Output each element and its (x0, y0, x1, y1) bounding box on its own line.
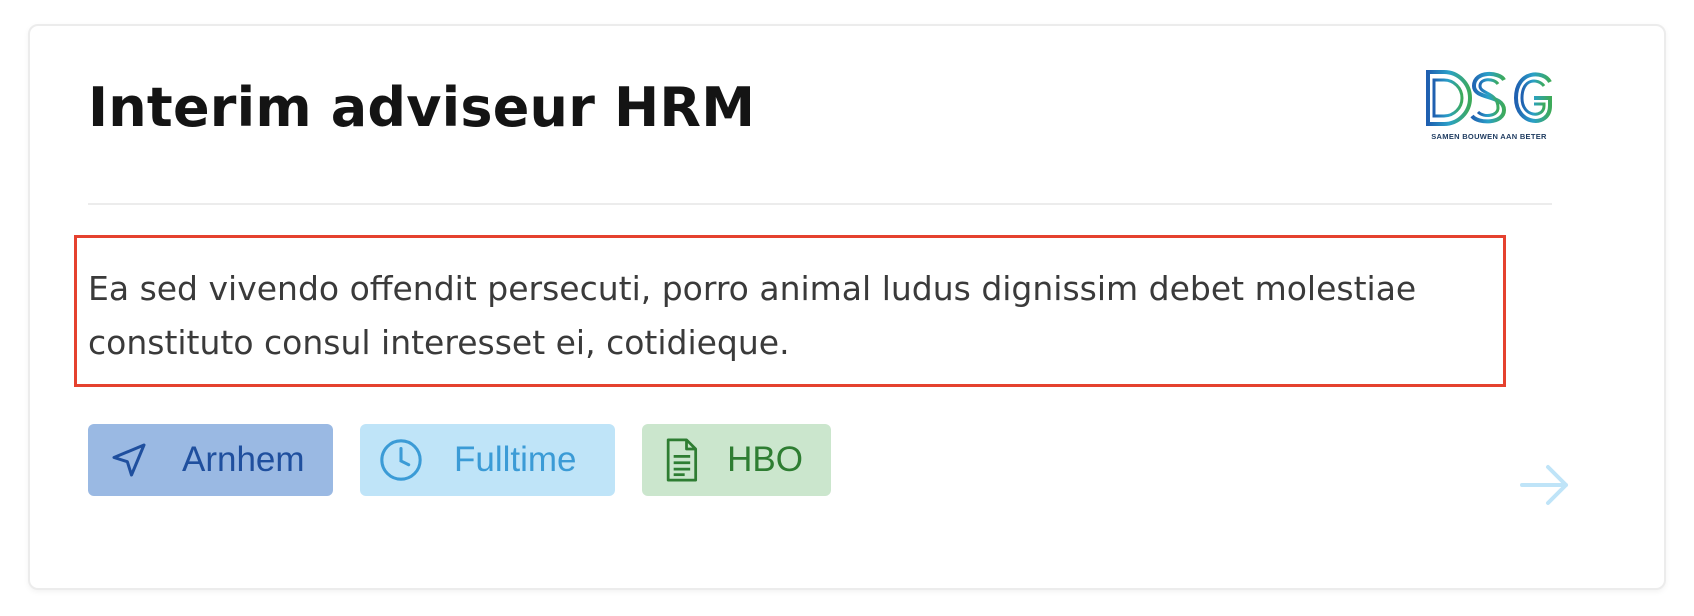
job-tags: Arnhem Fulltime HBO (88, 424, 831, 496)
arrow-right-icon (1520, 465, 1568, 505)
tag-location[interactable]: Arnhem (88, 424, 333, 496)
document-icon (660, 437, 701, 483)
tag-education[interactable]: HBO (642, 424, 831, 496)
divider (88, 203, 1552, 205)
dsg-logo-icon (1426, 70, 1552, 126)
logo-tagline: SAMEN BOUWEN AAN BETER (1431, 132, 1547, 141)
tag-location-label: Arnhem (182, 440, 305, 479)
job-title: Interim adviseur HRM (88, 76, 756, 139)
tag-hours[interactable]: Fulltime (360, 424, 615, 496)
clock-icon (378, 437, 424, 483)
location-arrow-icon (106, 437, 152, 483)
next-arrow-button[interactable] (1518, 458, 1572, 512)
tag-hours-label: Fulltime (454, 440, 577, 479)
company-logo: SAMEN BOUWEN AAN BETER (1422, 66, 1556, 148)
tag-education-label: HBO (727, 440, 803, 479)
job-description: Ea sed vivendo offendit persecuti, porro… (88, 269, 1417, 362)
